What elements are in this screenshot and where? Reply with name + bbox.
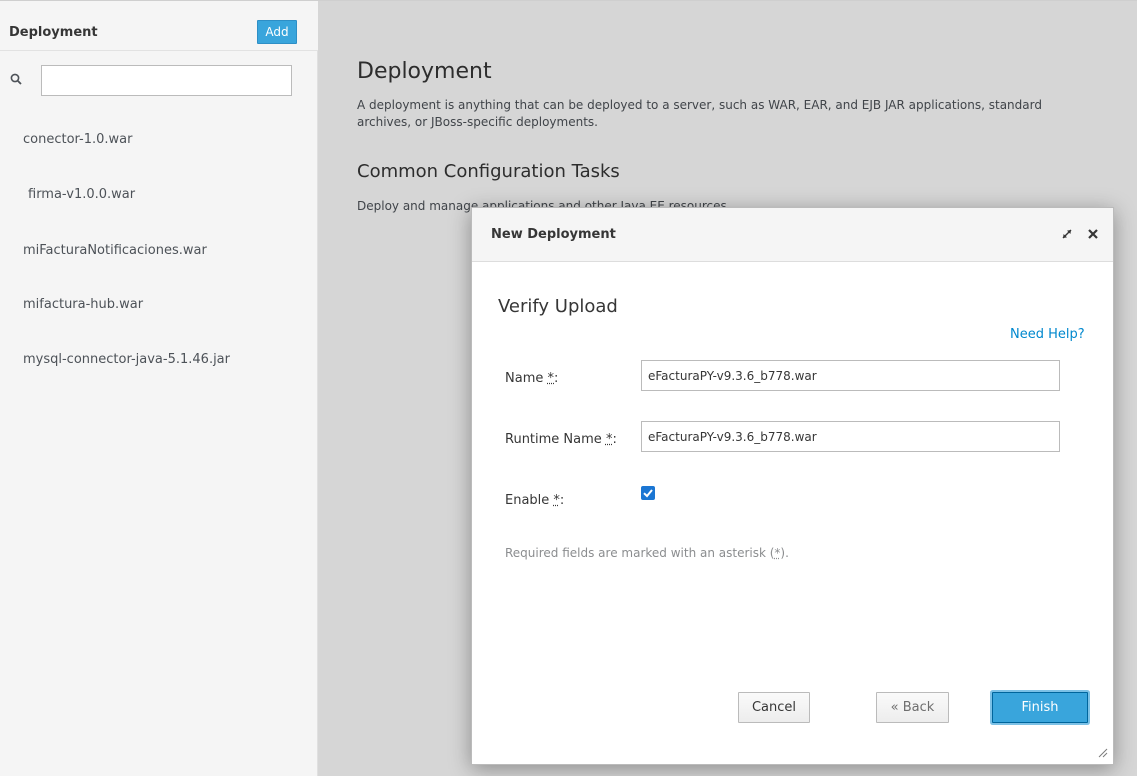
check-icon (643, 489, 653, 498)
name-input[interactable] (641, 360, 1060, 391)
finish-button[interactable]: Finish (992, 692, 1088, 723)
sidebar-item-mysql-connector[interactable]: mysql-connector-java-5.1.46.jar (23, 352, 230, 367)
maximize-icon[interactable] (1060, 227, 1074, 241)
sidebar-item-mifacturanotificaciones[interactable]: miFacturaNotificaciones.war (23, 243, 207, 258)
add-deployment-button[interactable]: Add (257, 20, 297, 44)
resize-grip-icon[interactable] (1096, 746, 1108, 758)
sidebar-item-mifactura-hub[interactable]: mifactura-hub.war (23, 297, 143, 312)
sidebar-title: Deployment (9, 25, 98, 40)
close-icon[interactable] (1086, 227, 1100, 241)
runtime-name-input[interactable] (641, 421, 1060, 452)
new-deployment-dialog: New Deployment Verify Upload Need Help? … (471, 207, 1114, 765)
search-icon (10, 73, 22, 85)
dialog-header: New Deployment (472, 208, 1113, 262)
sidebar-search-input[interactable] (41, 65, 292, 96)
enable-checkbox[interactable] (641, 486, 655, 500)
sidebar-item-firma[interactable]: firma-v1.0.0.war (28, 187, 135, 202)
sidebar-header: Deployment Add (0, 1, 318, 51)
sidebar-item-conector[interactable]: conector-1.0.war (23, 132, 133, 147)
back-button[interactable]: « Back (876, 692, 949, 723)
step-title: Verify Upload (498, 296, 618, 317)
need-help-link[interactable]: Need Help? (1010, 327, 1085, 342)
dialog-title: New Deployment (491, 227, 616, 242)
name-label: Name *: (505, 371, 559, 386)
required-fields-note: Required fields are marked with an aster… (505, 546, 789, 560)
cancel-button[interactable]: Cancel (738, 692, 810, 723)
enable-label: Enable *: (505, 493, 565, 508)
sidebar: Deployment Add conector-1.0.war firma-v1… (0, 1, 318, 776)
runtime-name-label: Runtime Name *: (505, 432, 617, 447)
